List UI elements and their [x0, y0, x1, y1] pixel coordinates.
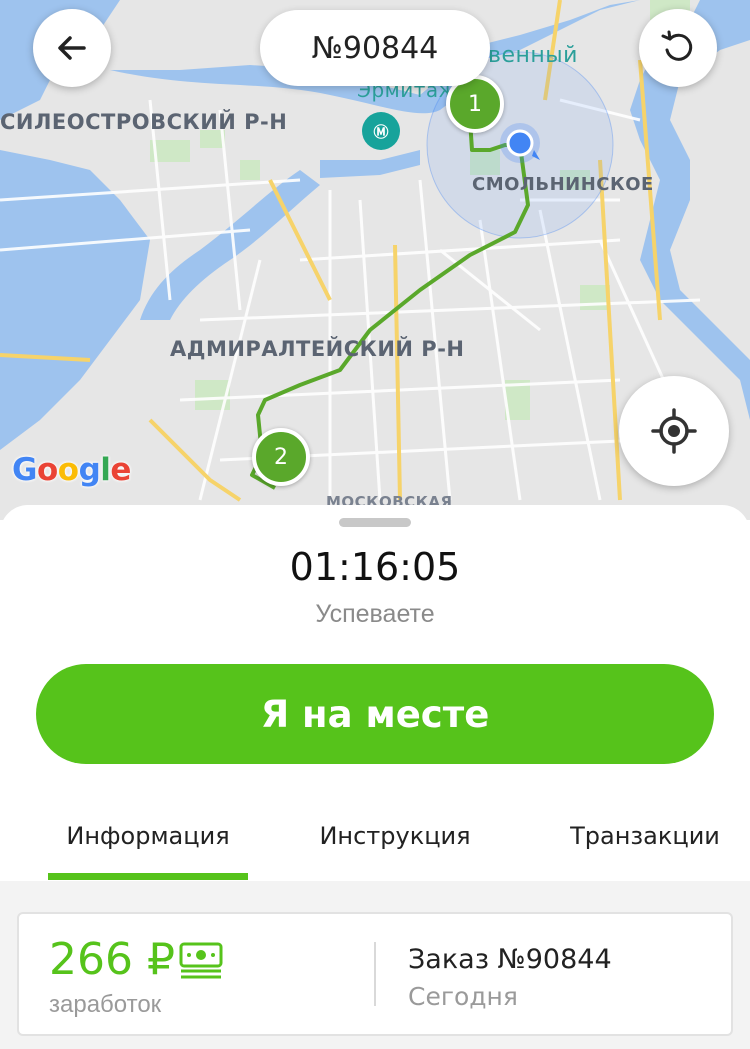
active-tab-indicator — [48, 873, 248, 880]
refresh-icon — [661, 30, 693, 61]
museum-icon[interactable]: Ⓜ — [362, 112, 400, 150]
arrived-button[interactable]: Я на месте — [36, 664, 714, 764]
tab-information[interactable]: Информация — [48, 805, 248, 881]
district-label-admiralteysky: АДМИРАЛТЕЙСКИЙ Р-Н — [170, 337, 465, 361]
countdown-timer: 01:16:05 — [289, 545, 461, 589]
map-view[interactable]: СИЛЕОСТРОВСКИЙ Р-Н АДМИРАЛТЕЙСКИЙ Р-Н СМ… — [0, 0, 750, 520]
sheet-drag-handle[interactable] — [339, 518, 411, 527]
timer-status-text: Успеваете — [315, 600, 435, 628]
poi-label-gosudarstvenny: венный — [488, 43, 578, 68]
tab-instructions[interactable]: Инструкция — [310, 805, 480, 881]
earnings-amount: 266 ₽ — [49, 934, 175, 985]
cash-icon — [179, 942, 223, 979]
order-bottom-sheet: 01:16:05 Успеваете Я на месте Информация… — [0, 505, 750, 1049]
card-divider — [374, 942, 376, 1006]
google-logo: Google — [12, 452, 131, 488]
order-summary-card[interactable]: 266 ₽ заработок Заказ №90844 Сегодня — [17, 912, 733, 1036]
back-button[interactable] — [33, 9, 111, 87]
district-label-smolninskoe: СМОЛЬНИНСКОЕ — [472, 174, 654, 195]
earnings-label: заработок — [49, 991, 162, 1018]
crosshair-icon — [651, 408, 697, 454]
order-number-pill: №90844 — [260, 10, 490, 86]
order-title: Заказ №90844 — [408, 944, 612, 975]
district-label-vasileostrovsky: СИЛЕОСТРОВСКИЙ Р-Н — [0, 110, 288, 134]
tab-bar: Информация Инструкция Транзакции — [0, 805, 750, 881]
my-location-button[interactable] — [619, 376, 729, 486]
tab-transactions[interactable]: Транзакции — [560, 805, 730, 881]
arrow-left-icon — [58, 36, 86, 60]
route-pin-2[interactable]: 2 — [252, 428, 310, 486]
order-date: Сегодня — [408, 982, 518, 1011]
refresh-button[interactable] — [639, 9, 717, 87]
